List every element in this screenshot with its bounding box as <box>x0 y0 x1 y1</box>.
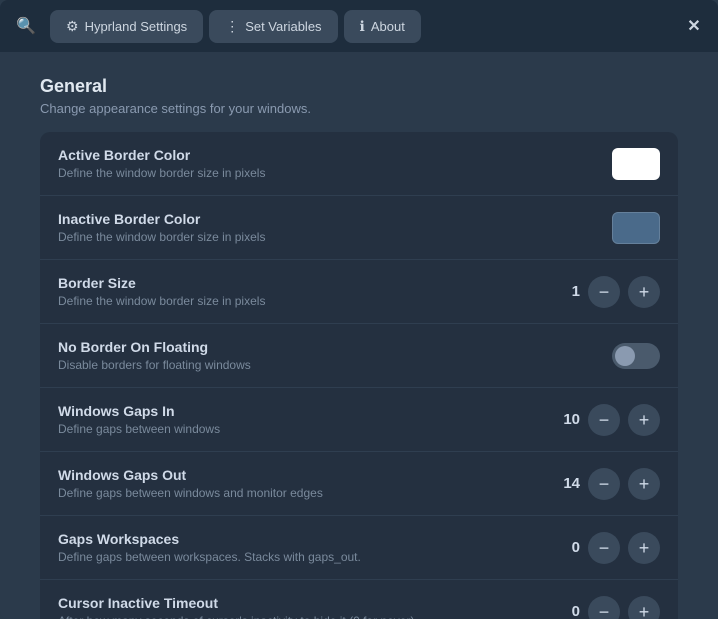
increment-icon: + <box>639 539 650 557</box>
tab-set-variables-label: Set Variables <box>245 19 321 34</box>
setting-name-no-border-on-floating: No Border On Floating <box>58 339 612 355</box>
setting-desc-cursor-inactive-timeout: After how many seconds of cursor's inact… <box>58 614 552 619</box>
app-window: 🔍 ⚙ Hyprland Settings ⋮ Set Variables ℹ … <box>0 0 718 619</box>
setting-name-inactive-border-color: Inactive Border Color <box>58 211 612 227</box>
close-icon: ✕ <box>687 16 700 36</box>
setting-desc-no-border-on-floating: Disable borders for floating windows <box>58 358 612 372</box>
setting-row-windows-gaps-out: Windows Gaps Out Define gaps between win… <box>40 452 678 516</box>
increment-icon: + <box>639 475 650 493</box>
cursor-inactive-timeout-value: 0 <box>552 603 580 619</box>
setting-desc-inactive-border-color: Define the window border size in pixels <box>58 230 612 244</box>
active-border-color-swatch[interactable] <box>612 148 660 180</box>
setting-desc-windows-gaps-out: Define gaps between windows and monitor … <box>58 486 552 500</box>
decrement-icon: − <box>599 283 610 301</box>
variables-icon: ⋮ <box>225 18 239 35</box>
border-size-decrement[interactable]: − <box>588 276 620 308</box>
tab-about-label: About <box>371 19 405 34</box>
setting-row-cursor-inactive-timeout: Cursor Inactive Timeout After how many s… <box>40 580 678 619</box>
setting-control-cursor-inactive-timeout: 0 − + <box>552 596 660 619</box>
search-icon: 🔍 <box>16 16 36 36</box>
increment-icon: + <box>639 603 650 619</box>
tab-hyprland-settings[interactable]: ⚙ Hyprland Settings <box>50 10 203 43</box>
setting-control-no-border-on-floating <box>612 343 660 369</box>
border-size-value: 1 <box>552 283 580 300</box>
info-icon: ℹ <box>360 18 365 35</box>
setting-row-no-border-on-floating: No Border On Floating Disable borders fo… <box>40 324 678 388</box>
section-description: Change appearance settings for your wind… <box>40 101 678 116</box>
setting-control-border-size: 1 − + <box>552 276 660 308</box>
setting-info-active-border-color: Active Border Color Define the window bo… <box>58 147 612 180</box>
setting-control-windows-gaps-out: 14 − + <box>552 468 660 500</box>
increment-icon: + <box>639 283 650 301</box>
setting-control-inactive-border-color <box>612 212 660 244</box>
gaps-workspaces-value: 0 <box>552 539 580 556</box>
titlebar: 🔍 ⚙ Hyprland Settings ⋮ Set Variables ℹ … <box>0 0 718 52</box>
windows-gaps-out-decrement[interactable]: − <box>588 468 620 500</box>
content-area: General Change appearance settings for y… <box>0 52 718 619</box>
cursor-inactive-timeout-decrement[interactable]: − <box>588 596 620 619</box>
setting-info-inactive-border-color: Inactive Border Color Define the window … <box>58 211 612 244</box>
border-size-increment[interactable]: + <box>628 276 660 308</box>
setting-name-border-size: Border Size <box>58 275 552 291</box>
setting-name-cursor-inactive-timeout: Cursor Inactive Timeout <box>58 595 552 611</box>
gaps-workspaces-decrement[interactable]: − <box>588 532 620 564</box>
tab-about[interactable]: ℹ About <box>344 10 421 43</box>
setting-info-border-size: Border Size Define the window border siz… <box>58 275 552 308</box>
setting-row-border-size: Border Size Define the window border siz… <box>40 260 678 324</box>
setting-row-windows-gaps-in: Windows Gaps In Define gaps between wind… <box>40 388 678 452</box>
setting-name-gaps-workspaces: Gaps Workspaces <box>58 531 552 547</box>
setting-name-windows-gaps-in: Windows Gaps In <box>58 403 552 419</box>
setting-name-windows-gaps-out: Windows Gaps Out <box>58 467 552 483</box>
setting-info-cursor-inactive-timeout: Cursor Inactive Timeout After how many s… <box>58 595 552 619</box>
setting-control-active-border-color <box>612 148 660 180</box>
setting-control-gaps-workspaces: 0 − + <box>552 532 660 564</box>
setting-desc-gaps-workspaces: Define gaps between workspaces. Stacks w… <box>58 550 552 564</box>
setting-info-windows-gaps-out: Windows Gaps Out Define gaps between win… <box>58 467 552 500</box>
tab-hyprland-settings-label: Hyprland Settings <box>85 19 188 34</box>
setting-desc-windows-gaps-in: Define gaps between windows <box>58 422 552 436</box>
windows-gaps-out-increment[interactable]: + <box>628 468 660 500</box>
tab-set-variables[interactable]: ⋮ Set Variables <box>209 10 337 43</box>
decrement-icon: − <box>599 411 610 429</box>
section-title: General <box>40 76 678 97</box>
setting-row-inactive-border-color: Inactive Border Color Define the window … <box>40 196 678 260</box>
no-border-on-floating-toggle[interactable] <box>612 343 660 369</box>
setting-desc-border-size: Define the window border size in pixels <box>58 294 552 308</box>
setting-info-no-border-on-floating: No Border On Floating Disable borders fo… <box>58 339 612 372</box>
increment-icon: + <box>639 411 650 429</box>
setting-row-active-border-color: Active Border Color Define the window bo… <box>40 132 678 196</box>
toggle-knob <box>615 346 635 366</box>
windows-gaps-in-increment[interactable]: + <box>628 404 660 436</box>
settings-icon: ⚙ <box>66 18 79 35</box>
setting-desc-active-border-color: Define the window border size in pixels <box>58 166 612 180</box>
windows-gaps-out-value: 14 <box>552 475 580 492</box>
search-button[interactable]: 🔍 <box>8 8 44 44</box>
decrement-icon: − <box>599 475 610 493</box>
gaps-workspaces-increment[interactable]: + <box>628 532 660 564</box>
windows-gaps-in-decrement[interactable]: − <box>588 404 620 436</box>
decrement-icon: − <box>599 603 610 619</box>
decrement-icon: − <box>599 539 610 557</box>
setting-info-windows-gaps-in: Windows Gaps In Define gaps between wind… <box>58 403 552 436</box>
close-button[interactable]: ✕ <box>678 10 710 42</box>
inactive-border-color-swatch[interactable] <box>612 212 660 244</box>
setting-row-gaps-workspaces: Gaps Workspaces Define gaps between work… <box>40 516 678 580</box>
windows-gaps-in-value: 10 <box>552 411 580 428</box>
setting-info-gaps-workspaces: Gaps Workspaces Define gaps between work… <box>58 531 552 564</box>
setting-name-active-border-color: Active Border Color <box>58 147 612 163</box>
settings-card: Active Border Color Define the window bo… <box>40 132 678 619</box>
cursor-inactive-timeout-increment[interactable]: + <box>628 596 660 619</box>
setting-control-windows-gaps-in: 10 − + <box>552 404 660 436</box>
